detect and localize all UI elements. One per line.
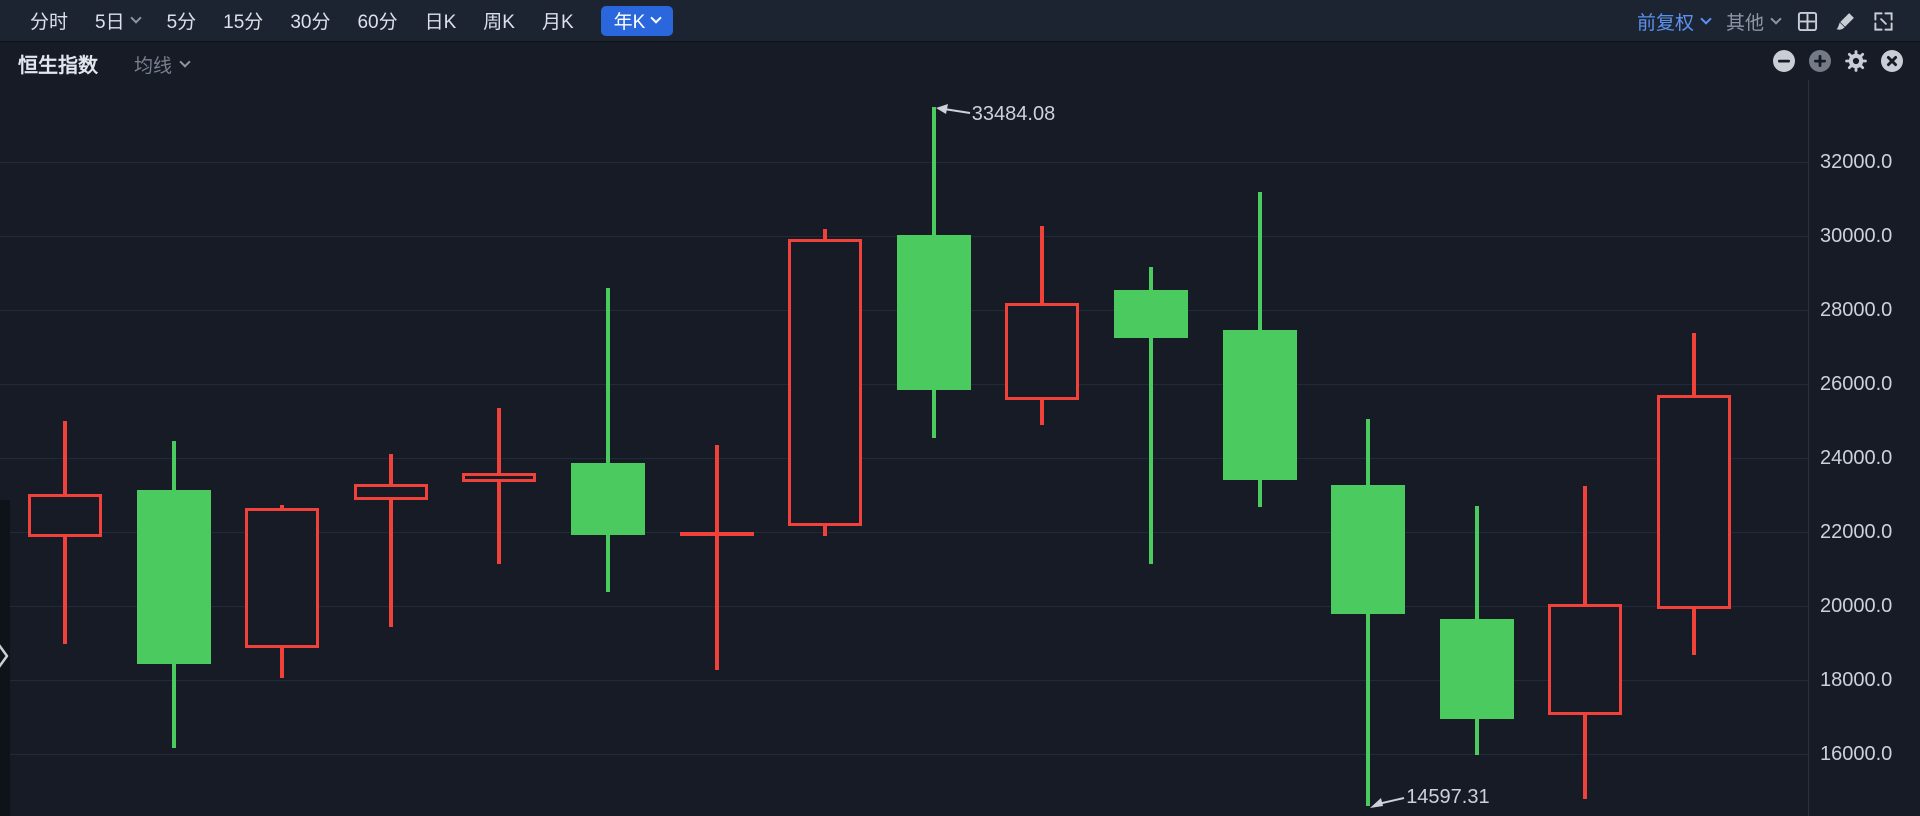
period-tab-label: 60分 (357, 7, 397, 34)
candle-body (28, 494, 102, 537)
high-price-annotation: 33484.08 (972, 103, 1055, 126)
period-tab-7[interactable]: 周K (483, 7, 515, 34)
candle-body (354, 484, 428, 501)
period-tabs: 分时 5日 5分 15分 30分 60分 日K 周K 月K 年K (0, 6, 673, 36)
candle-body (137, 490, 211, 664)
candle-body (1331, 485, 1405, 614)
period-tab-label: 30分 (290, 7, 330, 34)
ma-dropdown-label: 均线 (134, 51, 172, 78)
candle-body (462, 473, 536, 483)
zoom-out-button[interactable] (1772, 49, 1796, 73)
period-toolbar: 分时 5日 5分 15分 30分 60分 日K 周K 月K 年K 前复权 其他 (0, 0, 1920, 42)
candle-body (1657, 395, 1731, 609)
zoom-in-button[interactable] (1808, 49, 1832, 73)
candle-body (245, 508, 319, 648)
grid-layout-icon[interactable] (1796, 10, 1818, 32)
candle-body (1223, 330, 1297, 481)
settings-button[interactable] (1844, 49, 1868, 73)
chevron-down-icon (130, 12, 141, 23)
other-dropdown[interactable]: 其他 (1726, 8, 1780, 35)
period-tab-label: 5分 (167, 7, 197, 34)
candle-body (571, 463, 645, 535)
fullscreen-icon[interactable] (1872, 10, 1894, 32)
grid-line (0, 162, 1808, 163)
trading-app-window: 33484.08 14597.31 32000.0 30000.0 28000.0 26… (0, 0, 1920, 816)
period-tab-label: 日K (425, 7, 457, 34)
candle-body (1440, 619, 1514, 719)
period-tab-label: 5日 (95, 7, 125, 34)
symbol-title: 恒生指数 (18, 49, 98, 78)
grid-line (0, 680, 1808, 681)
period-tab-6[interactable]: 日K (425, 7, 457, 34)
period-tab-label: 月K (542, 7, 574, 34)
candle-wick (715, 445, 719, 670)
period-tab-5[interactable]: 60分 (357, 7, 397, 34)
adjustment-label: 前复权 (1637, 8, 1694, 35)
price-axis-label: 28000.0 (1820, 299, 1892, 321)
candle-wick (389, 454, 393, 627)
period-tab-9[interactable]: 年K (601, 6, 674, 36)
price-axis-label: 30000.0 (1820, 225, 1892, 247)
price-axis-label: 24000.0 (1820, 447, 1892, 469)
candlestick-chart[interactable]: 33484.08 14597.31 32000.0 30000.0 28000.0 26… (0, 0, 1920, 816)
price-axis-label: 32000.0 (1820, 151, 1892, 173)
candle-wick (497, 408, 501, 564)
candle-wick (606, 288, 610, 592)
drawer-expand-chevron-icon[interactable] (0, 642, 9, 670)
candle-body (680, 532, 754, 536)
period-tab-label: 15分 (223, 7, 263, 34)
chevron-down-icon (1770, 13, 1781, 24)
grid-line (0, 754, 1808, 755)
chart-controls (1772, 49, 1904, 73)
adjustment-dropdown[interactable]: 前复权 (1637, 8, 1710, 35)
chevron-down-icon (1700, 13, 1711, 24)
price-axis-separator (1808, 80, 1809, 816)
period-tab-label: 分时 (30, 7, 68, 34)
period-tab-3[interactable]: 15分 (223, 7, 263, 34)
annotation-arrow-icon (1370, 794, 1406, 814)
toolbar-right: 前复权 其他 (1637, 0, 1894, 42)
price-axis-label: 20000.0 (1820, 595, 1892, 617)
period-tab-4[interactable]: 30分 (290, 7, 330, 34)
candle-body (1548, 604, 1622, 715)
period-tab-8[interactable]: 月K (542, 7, 574, 34)
price-axis-label: 22000.0 (1820, 521, 1892, 543)
chart-header-row: 恒生指数 均线 (0, 42, 1920, 80)
candle-body (897, 235, 971, 390)
candle-body (788, 239, 862, 526)
price-axis-label: 18000.0 (1820, 669, 1892, 691)
ma-dropdown[interactable]: 均线 (134, 51, 189, 78)
period-tab-label: 年K (614, 7, 646, 34)
other-label: 其他 (1726, 8, 1764, 35)
brush-icon[interactable] (1834, 10, 1856, 32)
chevron-down-icon (179, 56, 190, 67)
period-tab-0[interactable]: 分时 (30, 7, 68, 34)
low-price-annotation: 14597.31 (1406, 786, 1489, 809)
candle-body (1005, 303, 1079, 400)
grid-line (0, 458, 1808, 459)
close-button[interactable] (1880, 49, 1904, 73)
chevron-down-icon (651, 12, 662, 23)
price-axis-label: 16000.0 (1820, 743, 1892, 765)
period-tab-label: 周K (483, 7, 515, 34)
period-tab-2[interactable]: 5分 (167, 7, 197, 34)
candle-body (1114, 290, 1188, 339)
annotation-arrow-icon (936, 103, 972, 123)
price-axis-label: 26000.0 (1820, 373, 1892, 395)
period-tab-1[interactable]: 5日 (95, 7, 140, 34)
